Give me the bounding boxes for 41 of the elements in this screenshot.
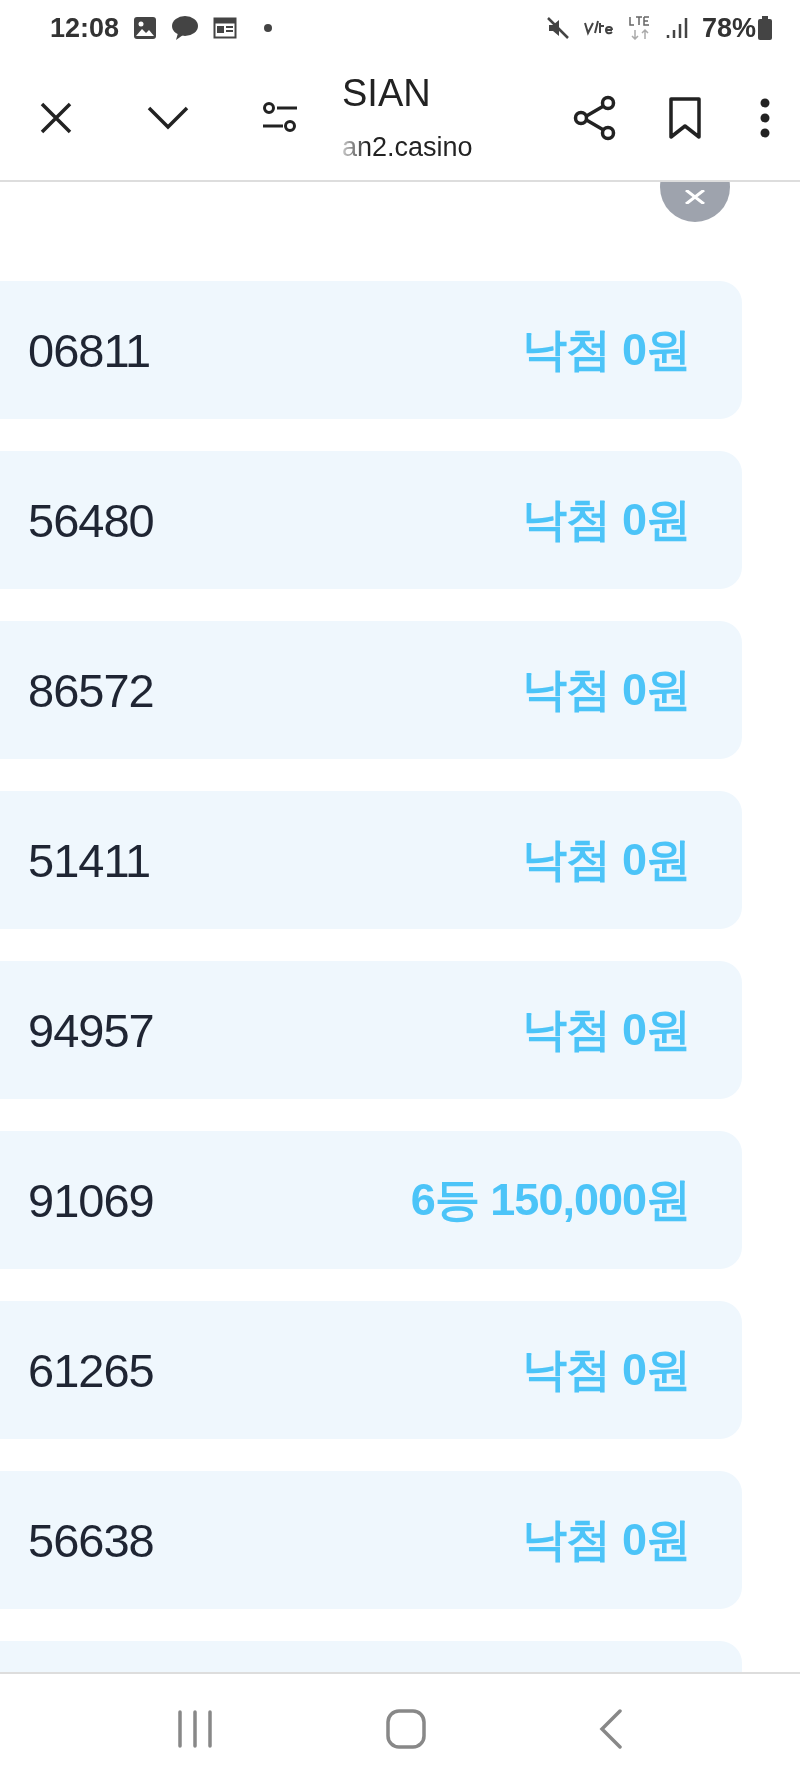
back-icon [599,1709,624,1749]
prize-result: 낙첨 0원 [522,833,690,887]
share-icon [573,95,617,141]
prize-result: 낙첨 0원 [522,493,690,547]
close-icon [39,101,73,135]
battery-percent: 78% [701,12,756,44]
back-button[interactable] [599,1709,624,1749]
prize-result: 낙첨 0원 [522,1343,690,1397]
ticket-number: 56480 [28,492,154,548]
more-vertical-icon [759,98,771,138]
close-icon [684,190,706,204]
battery-icon [758,16,772,40]
lte-icon [627,16,652,40]
gallery-icon [133,16,158,40]
bookmark-icon [668,96,702,140]
chat-bubble-icon [171,15,200,41]
prize-result: 낙첨 0원 [522,323,690,377]
mute-icon [545,16,570,40]
ticket-number: 91069 [28,1172,154,1228]
recent-apps-button[interactable] [176,1710,213,1748]
recent-apps-icon [176,1710,213,1748]
ticket-number: 06811 [28,322,151,378]
page-title: SIAN [342,72,431,115]
status-time: 12:08 [50,12,120,44]
home-button[interactable] [386,1709,426,1749]
prize-result: 낙첨 0원 [522,1003,690,1057]
ticket-number: 51411 [28,832,151,888]
calendar-icon [213,16,238,40]
home-icon [386,1709,426,1749]
chevron-down-icon [146,105,190,131]
ticket-number: 61265 [28,1342,154,1398]
volte-icon [583,20,614,36]
prize-result: 낙첨 0원 [522,663,690,717]
prize-result: 6등 150,000원 [410,1173,690,1227]
ticket-number: 86572 [28,662,154,718]
dot-icon [263,23,274,33]
ticket-number: 94957 [28,1002,154,1058]
ticket-number: 56638 [28,1512,154,1568]
sliders-icon [261,102,299,134]
prize-result: 낙첨 0원 [522,1513,690,1567]
signal-icon [665,17,688,39]
